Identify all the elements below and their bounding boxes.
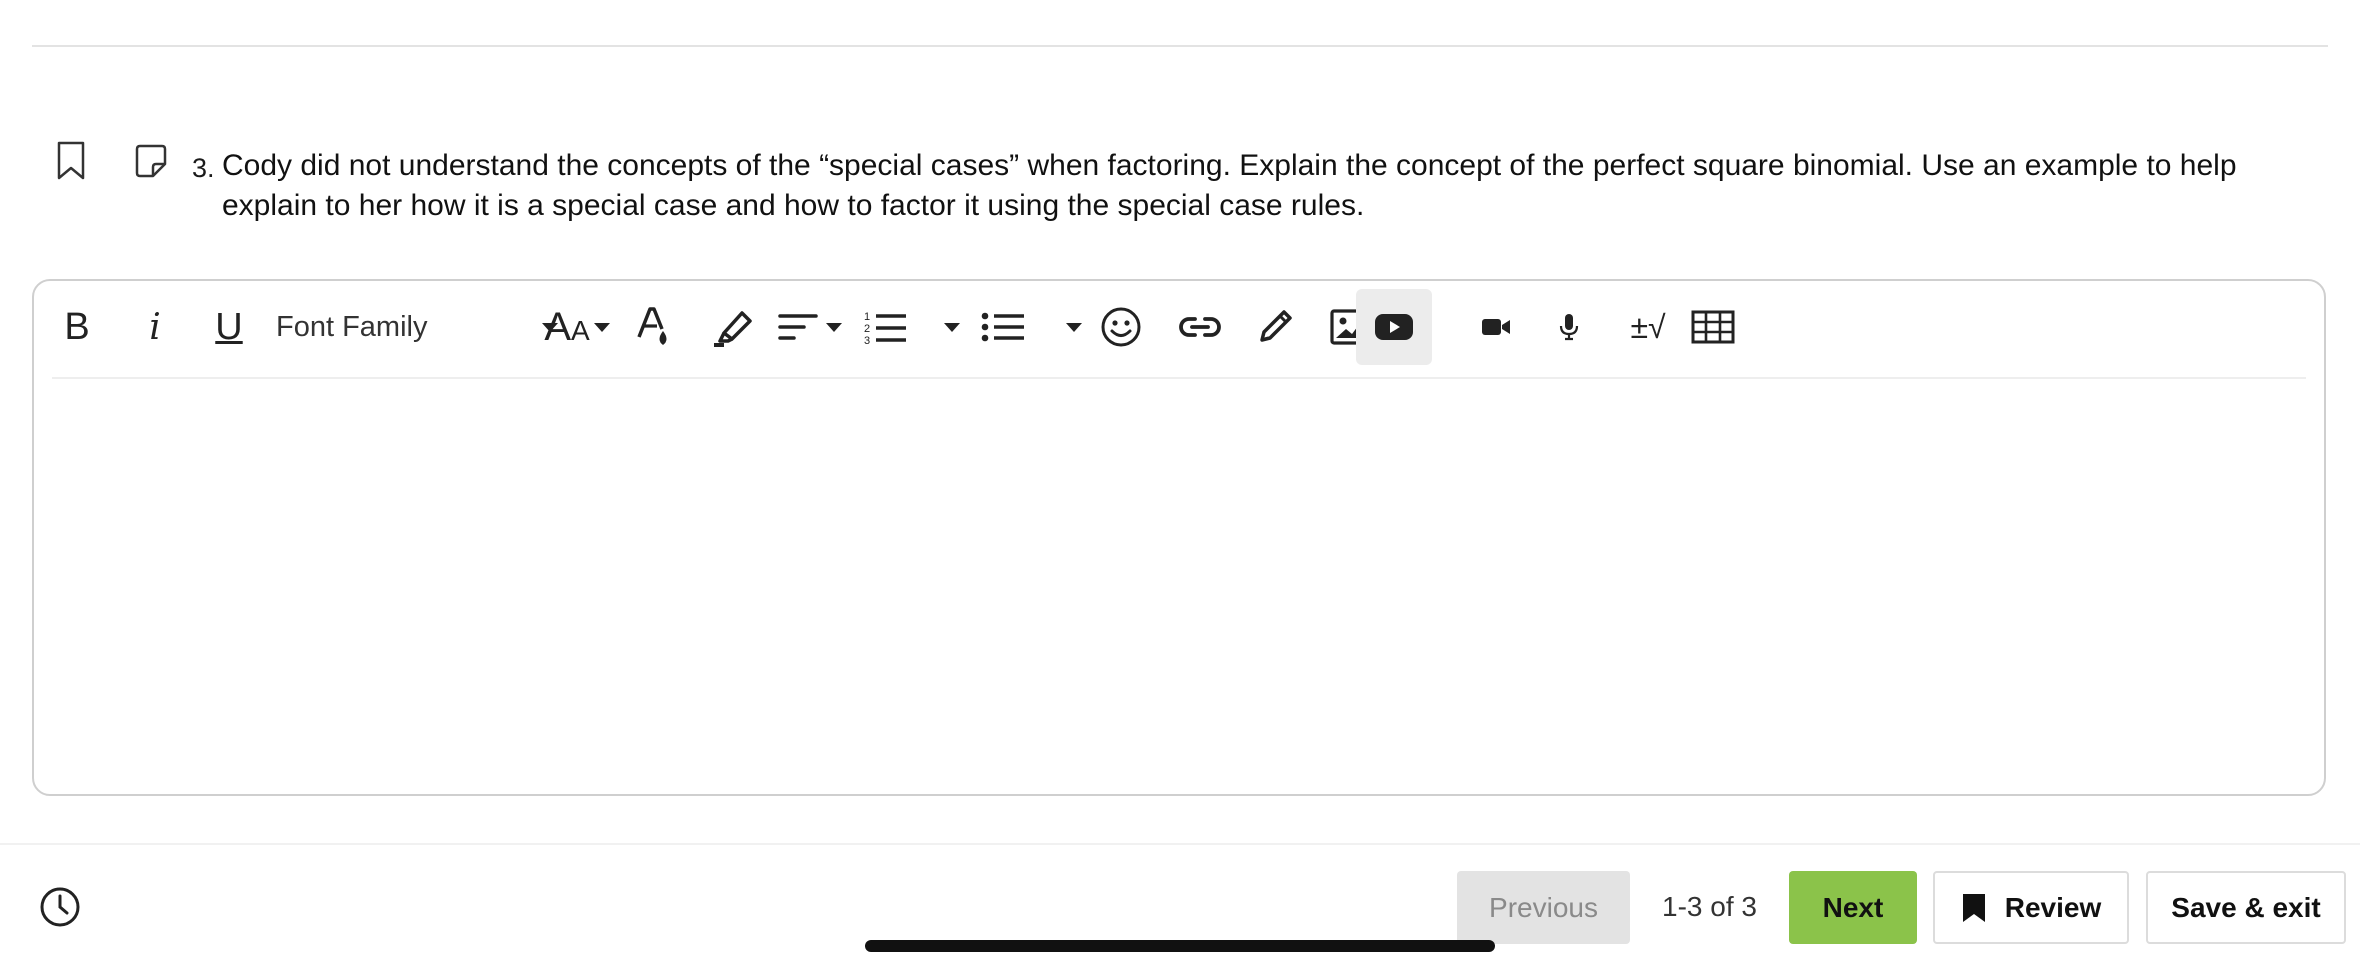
underline-label: U (215, 305, 243, 348)
align-dropdown[interactable] (764, 289, 854, 365)
bold-button[interactable]: B (52, 289, 102, 365)
previous-button[interactable]: Previous (1457, 871, 1630, 944)
question-prompt: Cody did not understand the concepts of … (222, 149, 2237, 222)
bookmark-filled-icon (1962, 893, 1985, 922)
next-label: Next (1822, 891, 1884, 923)
underline-button[interactable]: U (204, 289, 254, 365)
video-icon[interactable] (1466, 289, 1526, 365)
save-exit-button[interactable]: Save & exit (2146, 871, 2346, 944)
table-icon[interactable] (1690, 289, 1736, 365)
review-label: Review (2004, 891, 2102, 923)
align-icon (778, 314, 818, 340)
equation-label: ±√ (1630, 308, 1666, 345)
link-icon[interactable] (1160, 289, 1240, 365)
highlighter-icon[interactable] (702, 289, 762, 365)
microphone-icon[interactable] (1544, 289, 1594, 365)
draw-icon[interactable] (1240, 289, 1310, 365)
chevron-down-icon (944, 322, 960, 332)
next-button[interactable]: Next (1789, 871, 1917, 944)
note-icon[interactable] (130, 138, 172, 184)
bulleted-list-dropdown[interactable] (976, 289, 1086, 365)
text-color-icon[interactable] (624, 289, 684, 365)
equation-icon[interactable]: ±√ (1620, 289, 1676, 365)
italic-button[interactable]: i (130, 289, 180, 365)
home-indicator (865, 940, 1495, 952)
numbered-list-dropdown[interactable]: 1 2 3 (852, 289, 970, 365)
top-divider (32, 45, 2328, 47)
save-exit-label: Save & exit (2171, 891, 2321, 923)
editor-input[interactable] (54, 381, 2304, 784)
svg-text:1: 1 (864, 311, 870, 323)
font-size-dropdown[interactable]: A A (537, 289, 617, 365)
question-number: 3. (192, 153, 215, 183)
pagination-text: 1-3 of 3 (1662, 891, 1757, 922)
toolbar-divider (52, 377, 2306, 379)
font-size-small-label: A (571, 315, 590, 346)
svg-text:3: 3 (864, 335, 870, 345)
chevron-down-icon (826, 322, 842, 332)
clock-icon[interactable] (38, 885, 82, 929)
bookmark-icon[interactable] (50, 138, 92, 184)
response-editor[interactable]: B i U Font Family A A 1 2 3 ±√ (32, 279, 2326, 796)
bold-label: B (64, 305, 90, 348)
font-size-big-label: A (544, 304, 571, 349)
svg-text:2: 2 (864, 323, 870, 335)
youtube-icon[interactable] (1356, 289, 1432, 365)
chevron-down-icon (593, 322, 610, 332)
review-button[interactable]: Review (1933, 871, 2129, 944)
editor-toolbar: B i U Font Family A A 1 2 3 ±√ (34, 281, 2324, 377)
font-family-label: Font Family (276, 310, 428, 343)
chevron-down-icon (1066, 322, 1082, 332)
font-family-dropdown[interactable]: Font Family (276, 289, 566, 365)
bulleted-list-icon (981, 312, 1024, 342)
italic-label: i (149, 306, 161, 348)
numbered-list-icon: 1 2 3 (864, 311, 906, 345)
previous-label: Previous (1489, 891, 1598, 923)
emoji-icon[interactable] (1086, 289, 1156, 365)
